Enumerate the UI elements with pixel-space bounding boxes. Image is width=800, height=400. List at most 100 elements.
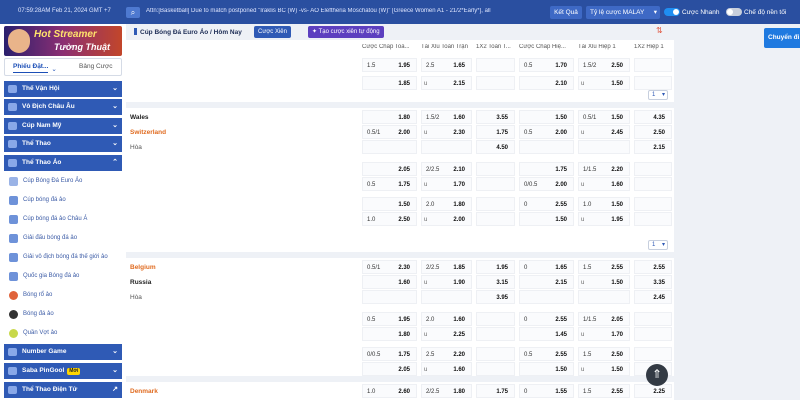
- odds-cell[interactable]: [634, 76, 672, 90]
- odds-cell[interactable]: 2.55: [634, 260, 672, 274]
- odds-cell[interactable]: 1.80: [362, 327, 417, 341]
- odds-cell[interactable]: [476, 177, 515, 191]
- sort-icon[interactable]: ⇅: [656, 26, 663, 35]
- odds-cell[interactable]: u 2.25: [421, 327, 472, 341]
- sidebar-item-euro[interactable]: Vô Địch Châu Âu ⌄: [4, 99, 122, 115]
- odds-format-select[interactable]: Tỷ lệ cược MALAY ▾: [586, 6, 660, 19]
- odds-cell[interactable]: [634, 58, 672, 72]
- odds-cell[interactable]: 2/2.5 2.10: [421, 162, 472, 176]
- odds-cell[interactable]: u 1.50: [578, 275, 630, 289]
- scroll-top-button[interactable]: ⇑: [646, 364, 668, 386]
- odds-cell[interactable]: 1/1.5 2.20: [578, 162, 630, 176]
- odds-cell[interactable]: 2.0 1.80: [421, 197, 472, 211]
- odds-cell[interactable]: 1.0 2.60: [362, 384, 417, 398]
- odds-cell[interactable]: 0.5/1 2.30: [362, 260, 417, 274]
- odds-cell[interactable]: 2.05: [362, 362, 417, 376]
- odds-cell[interactable]: [476, 347, 515, 361]
- odds-cell[interactable]: [362, 290, 417, 304]
- odds-cell[interactable]: 2.15: [634, 140, 672, 154]
- odds-cell[interactable]: 1.75: [476, 384, 515, 398]
- page-select[interactable]: 1 ▾: [648, 240, 668, 250]
- odds-cell[interactable]: 0/0.5 1.75: [362, 347, 417, 361]
- odds-cell[interactable]: [476, 212, 515, 226]
- fast-bet-toggle[interactable]: [664, 8, 680, 16]
- odds-cell[interactable]: [476, 312, 515, 326]
- odds-cell[interactable]: u 1.95: [578, 212, 630, 226]
- odds-cell[interactable]: 1.80: [362, 110, 417, 124]
- sidebar-item-sports[interactable]: Thể Thao ⌄: [4, 136, 122, 152]
- odds-cell[interactable]: [476, 327, 515, 341]
- sidebar-item-asia-cup[interactable]: Cúp bóng đá ảo Châu Á: [4, 210, 122, 229]
- odds-cell[interactable]: u 1.60: [578, 177, 630, 191]
- odds-cell[interactable]: 1.5 2.55: [578, 384, 630, 398]
- odds-cell[interactable]: 2.05: [362, 162, 417, 176]
- odds-cell[interactable]: 1.75: [519, 162, 574, 176]
- odds-cell[interactable]: 0.5 1.75: [362, 177, 417, 191]
- odds-cell[interactable]: [476, 362, 515, 376]
- odds-cell[interactable]: 4.35: [634, 110, 672, 124]
- odds-cell[interactable]: 1.0 2.50: [362, 212, 417, 226]
- parlay-button[interactable]: Cược Xiên: [254, 26, 291, 38]
- odds-cell[interactable]: [634, 327, 672, 341]
- odds-cell[interactable]: u 1.90: [421, 275, 472, 289]
- odds-cell[interactable]: 3.55: [476, 110, 515, 124]
- odds-cell[interactable]: 2.5 1.65: [421, 58, 472, 72]
- odds-cell[interactable]: 1.5/2 1.60: [421, 110, 472, 124]
- odds-cell[interactable]: u 2.45: [578, 125, 630, 139]
- odds-cell[interactable]: [634, 197, 672, 211]
- odds-cell[interactable]: 1.5 2.55: [578, 260, 630, 274]
- odds-cell[interactable]: [476, 162, 515, 176]
- switch-button[interactable]: Chuyển đi: [764, 28, 800, 48]
- tab-bet-slip[interactable]: Phiếu Đặt... ⌄: [13, 63, 57, 73]
- odds-cell[interactable]: 1.75: [476, 125, 515, 139]
- odds-cell[interactable]: [519, 290, 574, 304]
- sidebar-item-virtual-cup[interactable]: Cúp bóng đá ảo: [4, 191, 122, 210]
- sidebar-item-olympics[interactable]: Thế Vận Hội ⌄: [4, 81, 122, 97]
- odds-cell[interactable]: 2/2.5 1.85: [421, 260, 472, 274]
- odds-cell[interactable]: 2.25: [634, 384, 672, 398]
- odds-cell[interactable]: [421, 140, 472, 154]
- odds-cell[interactable]: 2.10: [519, 76, 574, 90]
- odds-cell[interactable]: 1.50: [519, 110, 574, 124]
- odds-cell[interactable]: [476, 197, 515, 211]
- odds-cell[interactable]: 1.45: [519, 327, 574, 341]
- odds-cell[interactable]: 3.35: [634, 275, 672, 289]
- odds-cell[interactable]: u 1.70: [421, 177, 472, 191]
- odds-cell[interactable]: [476, 58, 515, 72]
- odds-cell[interactable]: [578, 140, 630, 154]
- odds-cell[interactable]: 1.85: [362, 76, 417, 90]
- sidebar-item-nations[interactable]: Quốc gia Bóng đá ảo: [4, 267, 122, 286]
- odds-cell[interactable]: u 2.15: [421, 76, 472, 90]
- odds-cell[interactable]: 0/0.5 2.00: [519, 177, 574, 191]
- odds-cell[interactable]: 1.5/2 2.50: [578, 58, 630, 72]
- odds-cell[interactable]: 0.5 2.00: [519, 125, 574, 139]
- odds-cell[interactable]: u 1.60: [421, 362, 472, 376]
- odds-cell[interactable]: 0 2.55: [519, 197, 574, 211]
- sidebar-item-football[interactable]: Bóng đá ảo: [4, 305, 122, 324]
- odds-cell[interactable]: 1.5 1.95: [362, 58, 417, 72]
- odds-cell[interactable]: [421, 290, 472, 304]
- odds-cell[interactable]: 2/2.5 1.80: [421, 384, 472, 398]
- odds-cell[interactable]: 0 1.65: [519, 260, 574, 274]
- sidebar-item-number-game[interactable]: Number Game ⌄: [4, 344, 122, 360]
- odds-cell[interactable]: 1.60: [362, 275, 417, 289]
- odds-cell[interactable]: 0.5/1 2.00: [362, 125, 417, 139]
- sidebar-item-world-cup[interactable]: Giải vô địch bóng đá thế giới ảo: [4, 248, 122, 267]
- sidebar-item-copa[interactable]: Cúp Nam Mỹ ⌄: [4, 118, 122, 134]
- odds-cell[interactable]: [634, 162, 672, 176]
- odds-cell[interactable]: 3.95: [476, 290, 515, 304]
- odds-cell[interactable]: 0 1.55: [519, 384, 574, 398]
- odds-cell[interactable]: [634, 177, 672, 191]
- auto-parlay-button[interactable]: ✦ Tạo cược xiên tự động: [308, 26, 384, 38]
- odds-cell[interactable]: [578, 290, 630, 304]
- odds-cell[interactable]: 0.5 1.95: [362, 312, 417, 326]
- odds-cell[interactable]: 2.50: [634, 125, 672, 139]
- page-select[interactable]: 1 ▾: [648, 90, 668, 100]
- odds-cell[interactable]: u 1.70: [578, 327, 630, 341]
- odds-cell[interactable]: u 2.00: [421, 212, 472, 226]
- sidebar-item-virtual[interactable]: Thể Thao Ảo ⌃: [4, 155, 122, 171]
- odds-cell[interactable]: u 1.50: [578, 76, 630, 90]
- odds-cell[interactable]: u 1.50: [578, 362, 630, 376]
- odds-cell[interactable]: [476, 76, 515, 90]
- search-icon[interactable]: ⌕: [126, 7, 140, 18]
